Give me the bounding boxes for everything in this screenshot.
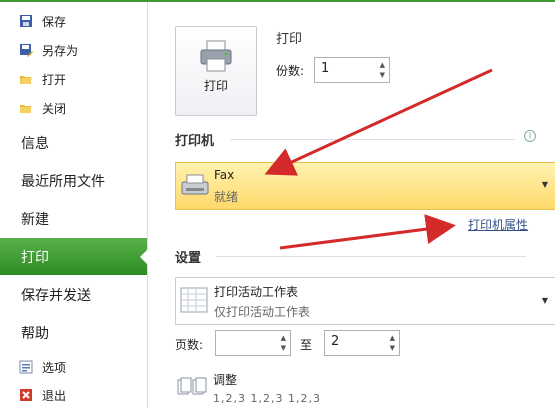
divider: [230, 139, 515, 140]
collate-dropdown[interactable]: 调整 1,2,3 1,2,3 1,2,3: [175, 364, 535, 410]
sidebar-item-label: 选项: [42, 361, 67, 375]
sidebar-item-label: 最近所用文件: [21, 174, 105, 190]
up-arrow-icon[interactable]: ▲: [281, 334, 286, 342]
copies-stepper[interactable]: 1 ▲ ▼: [314, 57, 390, 83]
up-arrow-icon[interactable]: ▲: [390, 334, 395, 342]
info-icon[interactable]: i: [524, 130, 536, 142]
divider: [216, 256, 526, 257]
sidebar-item-label: 关闭: [42, 102, 67, 116]
print-scope-title: 打印活动工作表: [214, 285, 299, 299]
backstage-sidebar: 保存 另存为 打开 关闭 信息 最近所用文件 新建 打印 保存并发送 帮助 选项…: [0, 2, 148, 408]
pages-from-stepper[interactable]: ▲ ▼: [215, 330, 291, 356]
sidebar-item-info[interactable]: 信息: [0, 124, 147, 161]
sidebar-item-print[interactable]: 打印: [0, 238, 148, 275]
sidebar-item-close[interactable]: 关闭: [0, 94, 147, 122]
print-scope-desc: 仅打印活动工作表: [214, 305, 311, 319]
sidebar-item-open[interactable]: 打开: [0, 65, 147, 93]
up-arrow-icon[interactable]: ▲: [380, 61, 385, 69]
to-label: 至: [300, 338, 313, 352]
down-arrow-icon[interactable]: ▼: [390, 344, 395, 352]
printer-section-title: 打印机: [175, 134, 215, 149]
printer-status: 就绪: [214, 190, 239, 204]
printer-dropdown[interactable]: Fax 就绪 ▼: [175, 162, 555, 210]
save-as-icon: [20, 44, 33, 57]
sidebar-item-options[interactable]: 选项: [0, 353, 147, 381]
pages-to-stepper[interactable]: 2 ▲ ▼: [324, 330, 400, 356]
printer-icon: [200, 40, 232, 72]
worksheet-icon: [180, 287, 208, 313]
chevron-down-icon: ▼: [541, 296, 548, 305]
chevron-down-icon: ▼: [541, 180, 548, 189]
sidebar-item-label: 信息: [21, 136, 49, 152]
sidebar-item-recent[interactable]: 最近所用文件: [0, 162, 147, 199]
sidebar-item-label: 保存: [42, 15, 67, 29]
print-button-label: 打印: [203, 79, 228, 93]
sidebar-item-label: 帮助: [21, 326, 49, 342]
pages-to-value: 2: [331, 334, 340, 349]
sidebar-item-label: 另存为: [42, 44, 79, 58]
collate-icon: [177, 377, 207, 395]
close-folder-icon: [20, 105, 31, 113]
down-arrow-icon[interactable]: ▼: [380, 71, 385, 79]
options-icon: [19, 360, 33, 374]
collate-desc: 1,2,3 1,2,3 1,2,3: [213, 392, 321, 405]
printer-properties-link[interactable]: 打印机属性: [468, 216, 528, 233]
sidebar-item-save-send[interactable]: 保存并发送: [0, 276, 147, 313]
sidebar-item-help[interactable]: 帮助: [0, 314, 147, 351]
sidebar-item-label: 打印: [21, 250, 49, 266]
sidebar-item-label: 保存并发送: [21, 288, 91, 304]
fax-printer-icon: [181, 174, 209, 195]
sidebar-item-label: 打开: [42, 73, 67, 87]
sidebar-item-exit[interactable]: 退出: [0, 381, 147, 409]
sidebar-item-new[interactable]: 新建: [0, 200, 147, 237]
print-button[interactable]: 打印: [175, 26, 257, 116]
print-title: 打印: [276, 32, 303, 47]
sidebar-item-save-as[interactable]: 另存为: [0, 36, 147, 64]
save-icon: [20, 15, 32, 27]
collate-title: 调整: [213, 373, 238, 387]
open-folder-icon: [20, 76, 32, 84]
exit-icon: [20, 389, 32, 401]
settings-section-title: 设置: [175, 251, 202, 266]
active-indicator: [140, 249, 148, 265]
print-scope-dropdown[interactable]: 打印活动工作表 仅打印活动工作表 ▼: [175, 277, 555, 325]
down-arrow-icon[interactable]: ▼: [281, 344, 286, 352]
printer-name: Fax: [214, 168, 235, 182]
copies-value: 1: [321, 61, 330, 76]
sidebar-item-save[interactable]: 保存: [0, 7, 147, 35]
pages-label: 页数:: [175, 338, 204, 352]
sidebar-item-label: 新建: [21, 212, 49, 228]
print-panel: 打印 打印 份数: 1 ▲ ▼ 打印机 i Fax 就绪 ▼ 打印机属性 设置 …: [148, 2, 555, 410]
copies-label: 份数:: [276, 64, 305, 78]
sidebar-item-label: 退出: [42, 389, 67, 403]
